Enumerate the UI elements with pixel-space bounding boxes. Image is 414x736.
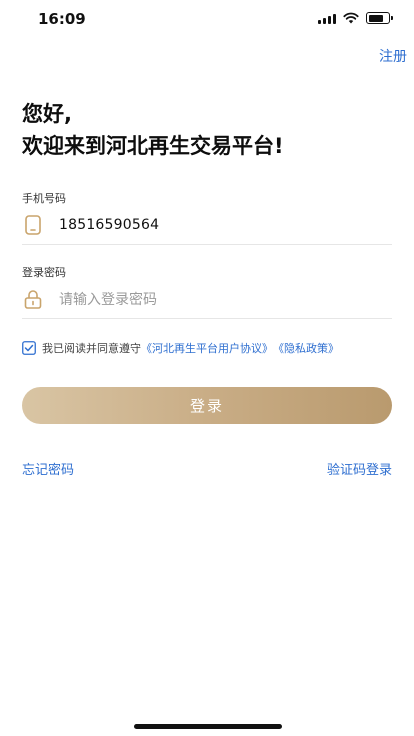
home-indicator bbox=[134, 724, 282, 729]
agreement-row: 我已阅读并同意遵守 《河北再生平台用户协议》 《隐私政策》 bbox=[22, 340, 339, 356]
password-field[interactable]: 请输入登录密码 bbox=[22, 279, 392, 319]
wifi-icon bbox=[343, 12, 359, 24]
battery-level bbox=[368, 14, 383, 22]
agreement-text: 我已阅读并同意遵守 bbox=[42, 342, 141, 355]
phone-label: 手机号码 bbox=[22, 192, 66, 205]
greeting-title: 您好, 欢迎来到河北再生交易平台! bbox=[22, 98, 284, 162]
login-screen: 16:09 注册 您好, 欢迎来到河北再生交易平台! 手机号码 18516590… bbox=[0, 0, 414, 736]
greeting-line-2: 欢迎来到河北再生交易平台! bbox=[22, 134, 284, 158]
login-button[interactable]: 登录 bbox=[22, 387, 392, 424]
privacy-policy-link[interactable]: 《隐私政策》 bbox=[273, 340, 339, 356]
phone-value: 18516590564 bbox=[59, 216, 160, 233]
status-bar: 16:09 bbox=[0, 0, 414, 40]
agreement-checkbox[interactable] bbox=[22, 341, 36, 355]
checkbox-checked-icon bbox=[22, 341, 36, 355]
sms-login-link[interactable]: 验证码登录 bbox=[327, 459, 392, 478]
password-label: 登录密码 bbox=[22, 266, 66, 279]
forgot-password-link[interactable]: 忘记密码 bbox=[22, 459, 74, 478]
register-link[interactable]: 注册 bbox=[379, 46, 407, 66]
status-time: 16:09 bbox=[38, 10, 86, 28]
lock-icon bbox=[24, 289, 42, 309]
phone-icon bbox=[24, 214, 42, 235]
password-placeholder: 请输入登录密码 bbox=[59, 291, 157, 308]
greeting-line-1: 您好, bbox=[22, 102, 72, 126]
cellular-signal-icon bbox=[318, 13, 336, 24]
battery-icon bbox=[366, 12, 393, 24]
user-agreement-link[interactable]: 《河北再生平台用户协议》 bbox=[141, 340, 273, 356]
status-icons bbox=[318, 12, 393, 24]
phone-field[interactable]: 18516590564 bbox=[22, 205, 392, 245]
